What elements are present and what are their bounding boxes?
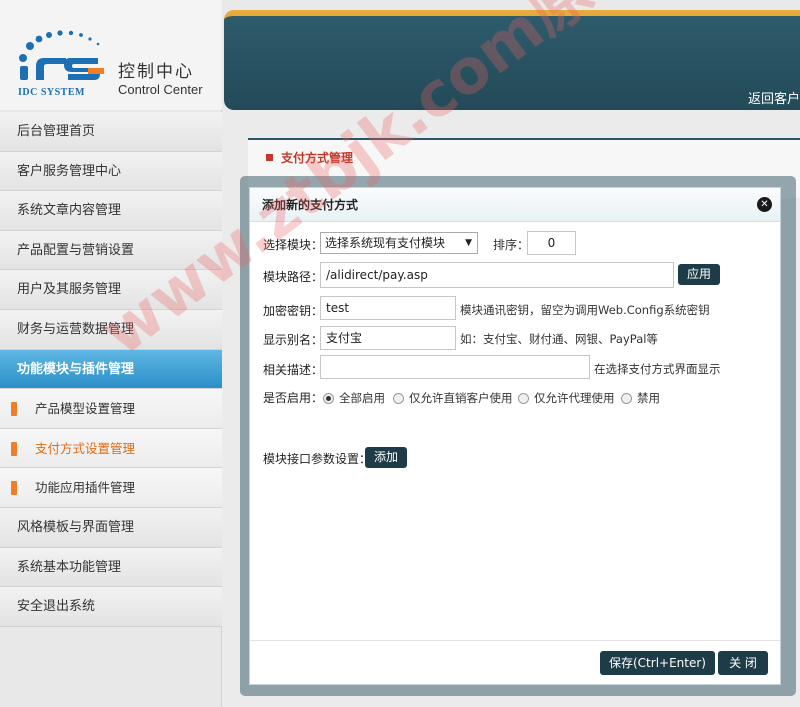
sidebar-item-finance[interactable]: 财务与运营数据管理 [0,309,222,350]
bullet-icon [11,481,17,496]
close-icon[interactable]: ✕ [757,197,772,212]
brand-logo: IDC SYSTEM 控制中心 Control Center [0,0,222,110]
radio-label: 全部启用 [339,391,385,405]
sidebar-item-home[interactable]: 后台管理首页 [0,112,222,152]
path-input[interactable]: /alidirect/pay.asp [320,262,674,288]
close-button[interactable]: 关 闭 [718,651,768,675]
left-column: IDC SYSTEM 控制中心 Control Center 后台管理首页 客户… [0,0,222,707]
sidebar-subitem-product-models[interactable]: 产品模型设置管理 [0,389,222,429]
radio-disabled[interactable]: 禁用 [621,390,660,406]
alias-label: 显示别名： [263,333,324,347]
sidebar-subitem-payment-methods[interactable]: 支付方式设置管理 [0,428,222,469]
return-link[interactable]: 返回客户 [748,88,800,107]
order-label: 排序： [493,238,530,252]
square-icon [266,154,273,161]
sidebar-item-customer-service[interactable]: 客户服务管理中心 [0,151,222,192]
radio-icon [518,393,529,404]
order-input[interactable]: 0 [527,231,576,255]
description-input[interactable] [320,355,590,379]
dropdown-arrow-icon: ▼ [465,238,472,248]
description-label: 相关描述： [263,363,324,377]
sidebar-item-system[interactable]: 系统基本功能管理 [0,547,222,588]
sidebar-item-themes[interactable]: 风格模板与界面管理 [0,507,222,548]
radio-enable-all[interactable]: 全部启用 [323,390,385,406]
description-hint: 在选择支付方式界面显示 [594,362,721,376]
sidebar-item-users[interactable]: 用户及其服务管理 [0,270,222,310]
add-payment-dialog: 添加新的支付方式 ✕ 选择模块： 选择系统现有支付模块 ▼ 排序： 0 模块路径… [249,187,781,685]
params-label: 模块接口参数设置： [263,452,372,466]
sidebar-subitem-label: 支付方式设置管理 [35,440,136,456]
module-select-value: 选择系统现有支付模块 [325,236,446,250]
add-param-button[interactable]: 添加 [365,447,407,468]
save-button[interactable]: 保存(Ctrl+Enter) [600,651,715,675]
key-hint: 模块通讯密钥，留空为调用Web.Config系统密钥 [460,303,710,317]
sidebar-subitem-label: 产品模型设置管理 [35,401,136,417]
module-select[interactable]: 选择系统现有支付模块 ▼ [320,232,478,254]
radio-label: 仅允许直销客户使用 [409,391,513,405]
radio-label: 仅允许代理使用 [534,391,615,405]
dialog-header: 添加新的支付方式 ✕ [250,188,780,222]
sidebar-item-products-marketing[interactable]: 产品配置与营销设置 [0,230,222,271]
brand-title-en: Control Center [118,82,203,97]
idc-logo-icon [19,30,104,80]
bullet-icon [11,441,17,456]
alias-hint: 如：支付宝、财付通、网银、PayPal等 [460,332,658,346]
module-select-label: 选择模块： [263,238,324,252]
key-label: 加密密钥： [263,304,324,318]
radio-selected-icon [323,393,334,404]
radio-icon [393,393,404,404]
dialog-title: 添加新的支付方式 [262,198,359,212]
key-input[interactable]: test [320,296,456,320]
brand-title-cn: 控制中心 [118,62,194,82]
enable-label: 是否启用： [263,391,324,405]
sidebar-item-modules-plugins[interactable]: 功能模块与插件管理 [0,349,222,390]
sidebar-item-logout[interactable]: 安全退出系统 [0,587,222,627]
dialog-footer: 保存(Ctrl+Enter) 关 闭 [250,640,780,684]
apply-button[interactable]: 应用 [678,264,720,285]
alias-input[interactable]: 支付宝 [320,326,456,350]
path-label: 模块路径： [263,270,324,284]
sidebar-menu: 后台管理首页 客户服务管理中心 系统文章内容管理 产品配置与营销设置 用户及其服… [0,112,222,627]
panel-title-text: 支付方式管理 [281,151,354,165]
radio-label: 禁用 [637,391,660,405]
radio-icon [621,393,632,404]
sidebar-subitem-label: 功能应用插件管理 [35,480,136,496]
bullet-icon [11,402,17,417]
top-header: 返回客户 [224,10,800,110]
logo-wordmark: IDC SYSTEM [18,87,85,98]
radio-direct-only[interactable]: 仅允许直销客户使用 [393,390,513,406]
panel-title: 支付方式管理 [266,149,353,166]
sidebar-subitem-app-plugins[interactable]: 功能应用插件管理 [0,468,222,508]
radio-agent-only[interactable]: 仅允许代理使用 [518,390,615,406]
sidebar-item-articles[interactable]: 系统文章内容管理 [0,191,222,231]
